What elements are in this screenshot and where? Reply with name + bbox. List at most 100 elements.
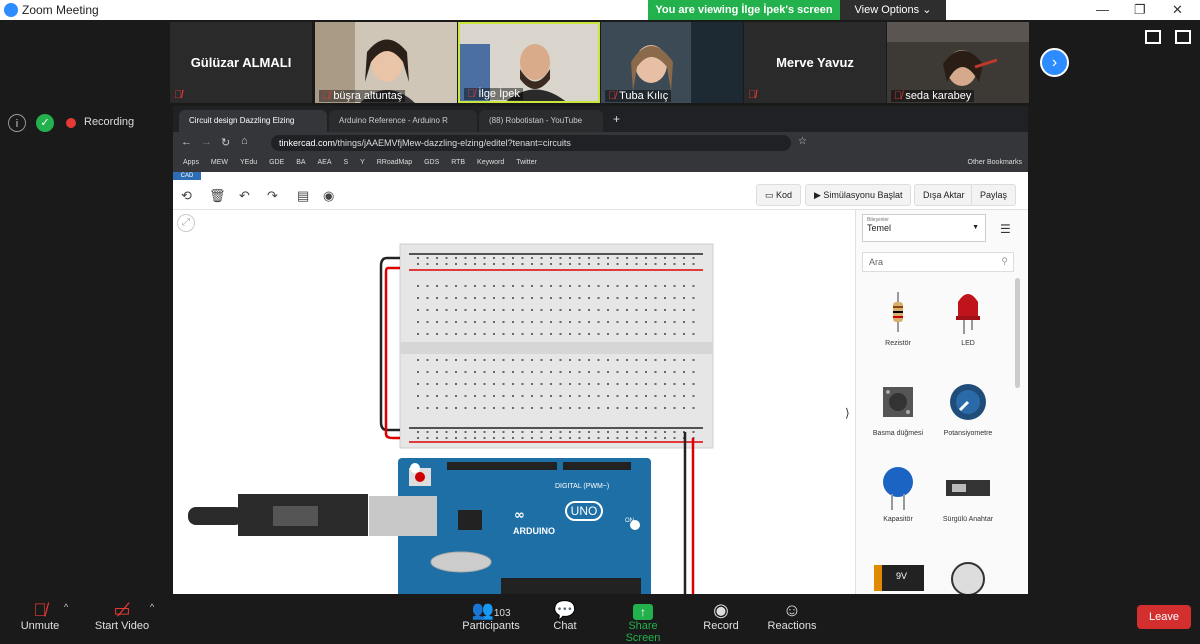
component-slide-switch[interactable]: Sürgülü Anahtar <box>928 466 1008 523</box>
delete-icon[interactable]: 🗑 <box>209 188 226 204</box>
view-options-button[interactable]: View Options ⌄ <box>840 0 946 20</box>
audio-options-chevron-icon[interactable]: ^ <box>64 602 68 612</box>
component-capacitor[interactable]: Kapasitör <box>858 466 938 523</box>
bookmark-item[interactable]: RRoadMap <box>377 154 412 172</box>
fullscreen-icon[interactable] <box>1175 30 1191 44</box>
tinkercad-logo[interactable]: CAD <box>173 172 201 180</box>
eye-icon[interactable]: ◉ <box>323 188 334 204</box>
share-screen-icon: ↑ <box>633 604 653 620</box>
home-icon[interactable]: ⌂ <box>241 135 248 147</box>
video-off-icon: ▭̸ <box>113 600 131 620</box>
component-led[interactable]: LED <box>928 290 1008 347</box>
circuit-canvas[interactable]: ⤢ ∞ UNO ARDUINO DIGITAL (PWM~) ON ⟩ <box>173 210 855 594</box>
participants-button[interactable]: 👥103 Participants <box>460 600 522 632</box>
participant-tile[interactable]: 🎙̸ Tuba Kılıç <box>601 22 743 103</box>
unmute-button[interactable]: 🎙̸ Unmute <box>14 600 66 632</box>
notes-icon[interactable]: ▤ <box>297 188 309 204</box>
component-potentiometer[interactable]: Potansiyometre <box>928 380 1008 437</box>
bookmark-star-icon[interactable]: ☆ <box>798 136 807 147</box>
bookmark-item[interactable]: RTB <box>451 154 465 172</box>
bookmark-item[interactable]: MEW <box>211 154 228 172</box>
component-coin-battery[interactable] <box>951 562 985 594</box>
browser-tab[interactable]: Circuit design Dazzling Elzing <box>179 110 327 132</box>
arduino-model-label: UNO <box>565 501 603 521</box>
forward-icon[interactable]: → <box>201 136 212 148</box>
participant-tile-active-speaker[interactable]: 🎙̸ İlge İpek <box>458 22 600 103</box>
maximize-icon[interactable]: ❐ <box>1134 2 1146 18</box>
bookmark-item[interactable]: S <box>343 154 348 172</box>
panel-scrollbar[interactable] <box>1015 278 1020 388</box>
bookmark-item[interactable]: YEdu <box>240 154 257 172</box>
export-button[interactable]: Dışa Aktar <box>914 184 974 206</box>
tinkercad-app: CAD ⟲ 🗑 ↶ ↷ ▤ ◉ ▭ Kod ▶ Simülasyonu Başl… <box>173 172 1028 594</box>
component-pushbutton[interactable]: Basma düğmesi <box>858 380 938 437</box>
rotate-icon[interactable]: ⟲ <box>181 188 192 204</box>
muted-mic-icon: 🎙̸ <box>322 90 334 102</box>
minimize-icon[interactable]: — <box>1096 2 1109 17</box>
reactions-icon: ☺ <box>782 600 802 620</box>
participant-tile[interactable]: Merve Yavuz 🎙̸ <box>744 22 886 103</box>
meeting-controls: 🎙̸ Unmute ^ ▭̸ Start Video ^ 👥103 Partic… <box>0 594 1200 644</box>
window-titlebar: Zoom Meeting — ❐ ✕ <box>0 0 1200 20</box>
chat-button[interactable]: 💬 Chat <box>548 600 582 632</box>
muted-mic-icon: 🎙̸ <box>174 89 183 101</box>
leave-button[interactable]: Leave <box>1137 605 1191 629</box>
info-icon[interactable]: i <box>8 114 26 132</box>
bookmark-item[interactable]: AEA <box>317 154 331 172</box>
back-icon[interactable]: ← <box>181 136 192 148</box>
share-banner: You are viewing İlge İpek's screen View … <box>648 0 946 20</box>
digital-pins-label: DIGITAL (PWM~) <box>555 483 610 490</box>
window-title: Zoom Meeting <box>22 3 99 17</box>
collapse-panel-icon[interactable]: ⟩ <box>845 406 850 420</box>
bookmark-item[interactable]: Other Bookmarks <box>968 154 1022 172</box>
recording-label: Recording <box>84 116 135 128</box>
shared-screen: Circuit design Dazzling Elzing Arduino R… <box>173 106 1028 594</box>
bookmark-item[interactable]: GDS <box>424 154 439 172</box>
start-simulation-button[interactable]: ▶ Simülasyonu Başlat <box>805 184 912 206</box>
viewing-screen-label: You are viewing İlge İpek's screen <box>648 0 840 20</box>
bookmark-item[interactable]: Apps <box>183 154 199 172</box>
url-input[interactable]: tinkercad.com/things/jAAEMVfjMew-dazzlin… <box>271 135 791 151</box>
close-icon[interactable]: ✕ <box>1172 2 1183 18</box>
participant-tile[interactable]: 🎙̸ seda karabey <box>887 22 1029 103</box>
component-search-input[interactable]: Ara ⚲ <box>862 252 1014 272</box>
reactions-button[interactable]: ☺ Reactions <box>766 600 818 632</box>
browser-tab[interactable]: Arduino Reference - Arduino R <box>329 110 477 132</box>
reload-icon[interactable]: ↻ <box>221 136 230 149</box>
start-video-button[interactable]: ▭̸ Start Video <box>90 600 154 632</box>
bookmark-item[interactable]: Y <box>360 154 365 172</box>
bookmark-item[interactable]: GDE <box>269 154 284 172</box>
component-resistor[interactable]: Rezistör <box>858 290 938 347</box>
browser-tab[interactable]: (88) Robotistan - YouTube <box>479 110 603 132</box>
undo-icon[interactable]: ↶ <box>239 188 250 204</box>
zoom-logo-icon <box>4 3 18 17</box>
next-page-button[interactable]: › <box>1040 48 1069 77</box>
participant-name: Gülüzar ALMALI <box>190 55 292 70</box>
red-wire <box>384 266 400 440</box>
participant-tile[interactable]: Gülüzar ALMALI 🎙̸ <box>170 22 312 103</box>
breadboard-and-arduino <box>188 243 714 594</box>
participant-label: 🎙̸ büşra altuntaş <box>319 90 406 102</box>
editor-toolbar: ⟲ 🗑 ↶ ↷ ▤ ◉ ▭ Kod ▶ Simülasyonu Başlat D… <box>173 180 1028 210</box>
participant-tile[interactable]: 🎙̸ büşra altuntaş <box>315 22 457 103</box>
component-battery[interactable]: 9V <box>874 565 924 591</box>
bookmark-item[interactable]: Twitter <box>516 154 537 172</box>
category-select[interactable]: Bileşenler Temel ▼ <box>862 214 986 242</box>
redo-icon[interactable]: ↷ <box>267 188 278 204</box>
new-tab-icon[interactable]: + <box>613 112 620 126</box>
security-shield-icon[interactable]: ✓ <box>36 114 54 132</box>
speaker-view-icon[interactable] <box>1145 30 1161 44</box>
participant-count: 103 <box>493 608 511 619</box>
code-button[interactable]: ▭ Kod <box>756 184 802 206</box>
black-wire <box>379 256 400 432</box>
share-button[interactable]: Paylaş <box>971 184 1017 206</box>
list-view-icon[interactable]: ☰ <box>1000 222 1011 236</box>
participants-icon: 👥 <box>471 600 494 620</box>
bookmark-item[interactable]: BA <box>296 154 305 172</box>
recording-dot-icon <box>66 118 76 128</box>
bookmark-item[interactable]: Keyword <box>477 154 504 172</box>
record-button[interactable]: ◉ Record <box>702 600 740 632</box>
participant-label: 🎙̸ İlge İpek <box>464 88 523 100</box>
video-options-chevron-icon[interactable]: ^ <box>150 602 154 612</box>
share-screen-button[interactable]: ↑ Share Screen <box>610 600 676 644</box>
